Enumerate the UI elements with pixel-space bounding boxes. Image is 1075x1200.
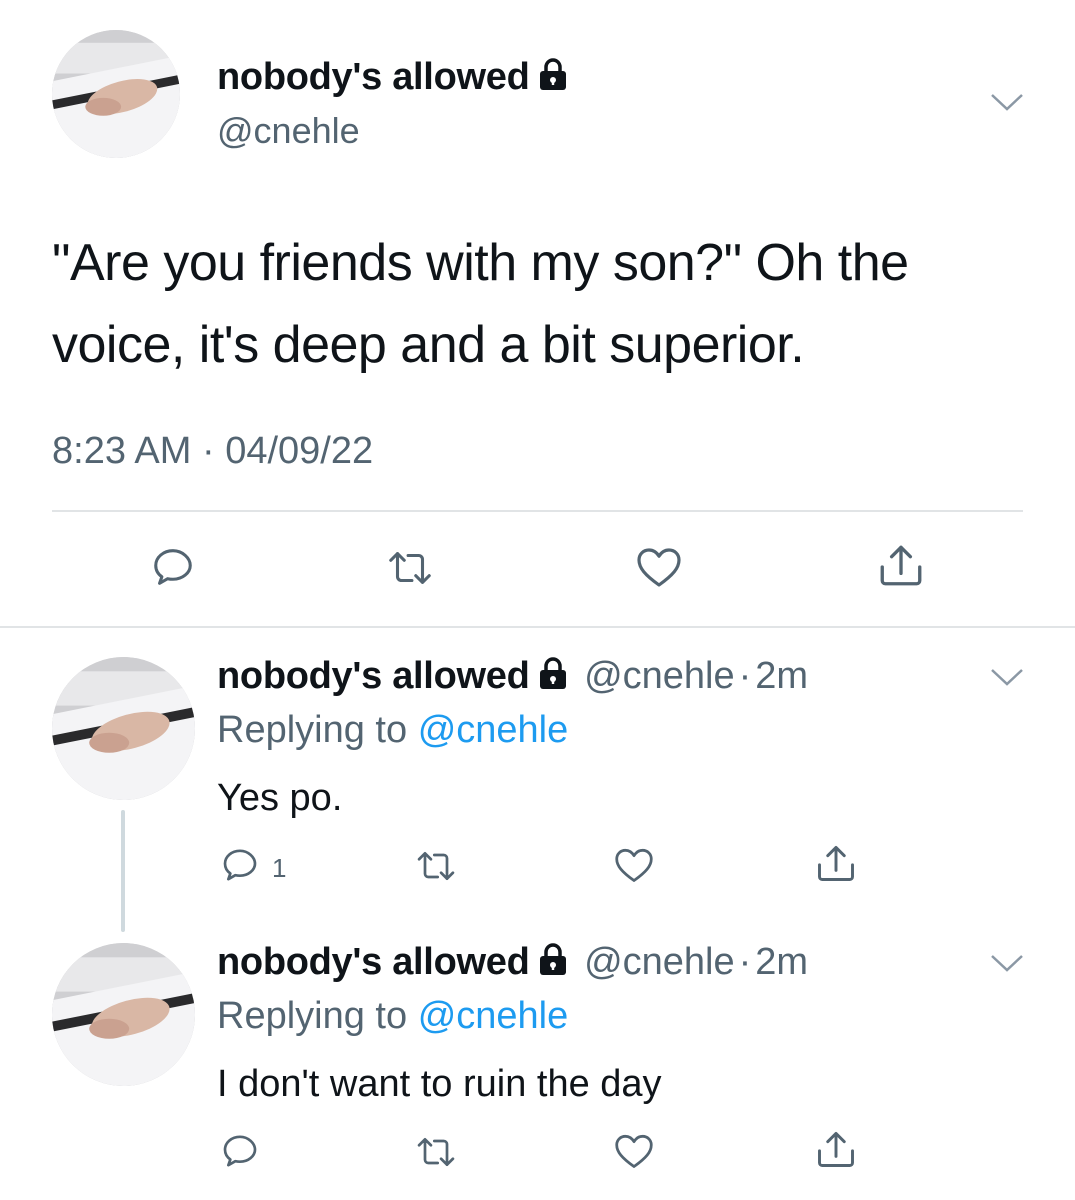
reply-text: I don't want to ruin the day bbox=[217, 1063, 662, 1105]
display-name[interactable]: nobody's allowed bbox=[217, 941, 530, 983]
chevron-down-icon[interactable] bbox=[990, 953, 1024, 978]
reply-icon[interactable] bbox=[220, 1131, 260, 1171]
chevron-down-icon[interactable] bbox=[990, 92, 1024, 117]
handle[interactable]: @cnehle bbox=[584, 941, 735, 983]
divider bbox=[52, 510, 1023, 512]
mention-link[interactable]: @cnehle bbox=[418, 995, 569, 1037]
reply-header: nobody's allowed @cnehle · 2m bbox=[217, 655, 808, 700]
display-name[interactable]: nobody's allowed bbox=[217, 56, 568, 101]
replying-to: Replying to @cnehle bbox=[217, 709, 569, 751]
handle[interactable]: @cnehle bbox=[584, 655, 735, 697]
lock-icon bbox=[538, 942, 568, 986]
share-icon[interactable] bbox=[814, 842, 858, 884]
avatar[interactable] bbox=[52, 657, 195, 800]
reply-count: 1 bbox=[272, 853, 287, 883]
lock-icon bbox=[538, 57, 568, 101]
replying-to: Replying to @cnehle bbox=[217, 995, 569, 1037]
reply-tweet: nobody's allowed @cnehle · 2m Replying to … bbox=[0, 627, 1075, 927]
share-icon[interactable] bbox=[814, 1128, 858, 1170]
avatar-image bbox=[52, 30, 180, 158]
heart-icon[interactable] bbox=[613, 846, 655, 884]
retweet-icon[interactable] bbox=[385, 546, 435, 590]
reply-icon[interactable] bbox=[220, 845, 260, 885]
heart-icon[interactable] bbox=[635, 545, 683, 589]
avatar-image bbox=[52, 943, 195, 1086]
avatar[interactable] bbox=[52, 30, 180, 158]
reply-icon[interactable] bbox=[150, 544, 196, 590]
reply-tweet: nobody's allowed @cnehle · 2m Replying to … bbox=[0, 913, 1075, 1200]
time-ago[interactable]: 2m bbox=[755, 655, 808, 697]
tweet-text: "Are you friends with my son?" Oh the vo… bbox=[52, 222, 1042, 386]
share-icon[interactable] bbox=[876, 542, 926, 588]
retweet-icon[interactable] bbox=[414, 1133, 458, 1171]
tweet-text-line-1: "Are you friends with my son?" Oh the bbox=[52, 234, 909, 292]
time-ago[interactable]: 2m bbox=[755, 941, 808, 983]
reply-header: nobody's allowed @cnehle · 2m bbox=[217, 941, 808, 986]
reply-text: Yes po. bbox=[217, 777, 343, 819]
tweet-timestamp[interactable]: 8:23 AM · 04/09/22 bbox=[52, 430, 373, 473]
avatar[interactable] bbox=[52, 943, 195, 1086]
retweet-icon[interactable] bbox=[414, 847, 458, 885]
main-tweet: nobody's allowed @cnehle "Are you friend… bbox=[0, 0, 1075, 627]
tweet-text-line-2: voice, it's deep and a bit superior. bbox=[52, 316, 805, 374]
handle[interactable]: @cnehle bbox=[217, 110, 360, 152]
mention-link[interactable]: @cnehle bbox=[418, 709, 569, 751]
heart-icon[interactable] bbox=[613, 1132, 655, 1170]
lock-icon bbox=[538, 656, 568, 700]
avatar-image bbox=[52, 657, 195, 800]
chevron-down-icon[interactable] bbox=[990, 667, 1024, 692]
display-name[interactable]: nobody's allowed bbox=[217, 655, 530, 697]
